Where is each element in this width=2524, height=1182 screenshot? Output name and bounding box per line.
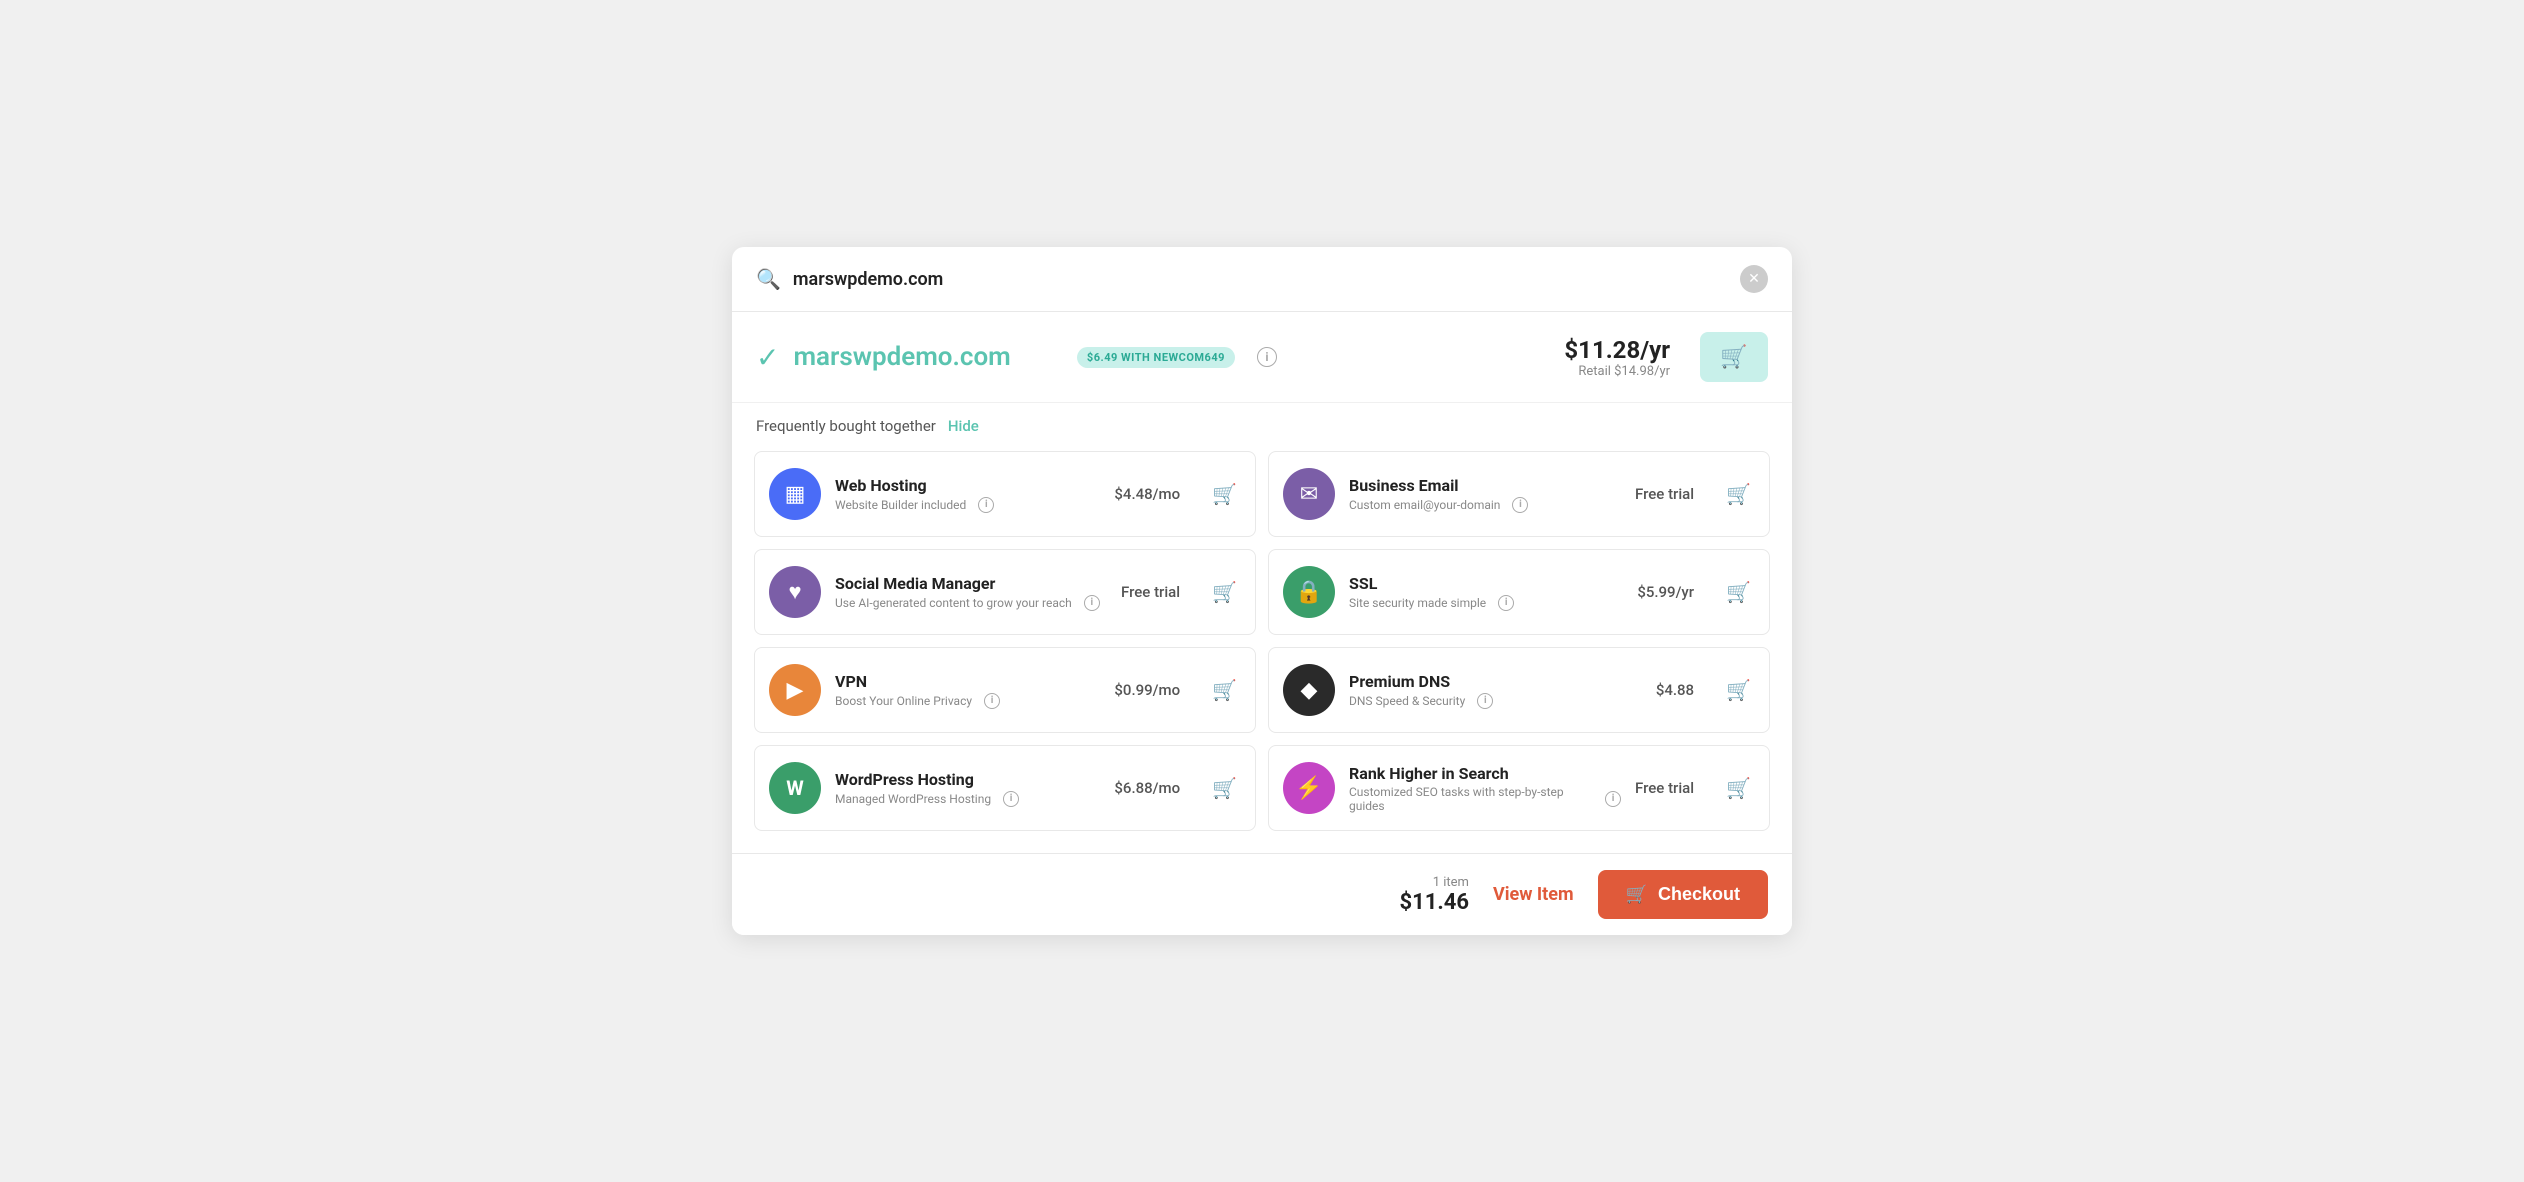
domain-info-icon[interactable]: i [1257, 347, 1277, 367]
premium-dns-info-icon[interactable]: i [1477, 693, 1493, 709]
product-card-web-hosting: ▦ Web Hosting Website Builder included i… [754, 451, 1256, 537]
footer-total: 1 item $11.46 [1399, 875, 1469, 915]
vpn-add-cart-button[interactable]: 🛒 [1208, 674, 1241, 707]
business-email-price: Free trial [1635, 485, 1694, 503]
social-media-name: Social Media Manager [835, 574, 1107, 593]
vpn-info: VPN Boost Your Online Privacy i [835, 672, 1100, 709]
web-hosting-icon: ▦ [769, 468, 821, 520]
web-hosting-desc: Website Builder included i [835, 497, 1100, 513]
rank-search-price: Free trial [1635, 779, 1694, 797]
rank-search-name: Rank Higher in Search [1349, 764, 1621, 783]
business-email-icon: ✉ [1283, 468, 1335, 520]
rank-search-info-icon[interactable]: i [1605, 791, 1621, 807]
wordpress-name: WordPress Hosting [835, 770, 1100, 789]
web-hosting-info: Web Hosting Website Builder included i [835, 476, 1100, 513]
ssl-price: $5.99/yr [1637, 583, 1694, 601]
premium-dns-price: $4.88 [1656, 681, 1694, 699]
wordpress-desc: Managed WordPress Hosting i [835, 791, 1100, 807]
product-card-wordpress: W WordPress Hosting Managed WordPress Ho… [754, 745, 1256, 831]
domain-price-main: $11.28/yr [1564, 336, 1670, 364]
ssl-info-icon[interactable]: i [1498, 595, 1514, 611]
product-card-premium-dns: ◆ Premium DNS DNS Speed & Security i $4.… [1268, 647, 1770, 733]
main-container: 🔍 marswpdemo.com ✕ ✓ marswpdemo.com $6.4… [732, 247, 1792, 935]
search-bar: 🔍 marswpdemo.com ✕ [732, 247, 1792, 312]
ssl-name: SSL [1349, 574, 1623, 593]
product-card-vpn: ▶ VPN Boost Your Online Privacy i $0.99/… [754, 647, 1256, 733]
available-check-icon: ✓ [756, 341, 779, 374]
wordpress-icon: W [769, 762, 821, 814]
vpn-price: $0.99/mo [1114, 681, 1180, 699]
wordpress-price: $6.88/mo [1114, 779, 1180, 797]
footer-items-count: 1 item [1399, 875, 1469, 890]
ssl-icon: 🔒 [1283, 566, 1335, 618]
view-item-link[interactable]: View Item [1493, 884, 1574, 905]
web-hosting-info-icon[interactable]: i [978, 497, 994, 513]
product-card-business-email: ✉ Business Email Custom email@your-domai… [1268, 451, 1770, 537]
premium-dns-icon: ◆ [1283, 664, 1335, 716]
ssl-info: SSL Site security made simple i [1349, 574, 1623, 611]
business-email-desc: Custom email@your-domain i [1349, 497, 1621, 513]
fbt-hide-button[interactable]: Hide [948, 417, 979, 435]
premium-dns-add-cart-button[interactable]: 🛒 [1722, 674, 1755, 707]
social-media-icon: ♥ [769, 566, 821, 618]
business-email-info-icon[interactable]: i [1512, 497, 1528, 513]
checkout-cart-icon: 🛒 [1626, 884, 1648, 905]
domain-price-retail: Retail $14.98/yr [1564, 364, 1670, 379]
wordpress-info-icon[interactable]: i [1003, 791, 1019, 807]
promo-badge: $6.49 WITH NEWCOM649 [1077, 347, 1235, 368]
wordpress-add-cart-button[interactable]: 🛒 [1208, 772, 1241, 805]
rank-search-info: Rank Higher in Search Customized SEO tas… [1349, 764, 1621, 813]
wordpress-info: WordPress Hosting Managed WordPress Host… [835, 770, 1100, 807]
domain-name: marswpdemo.com [793, 342, 1052, 372]
rank-search-add-cart-button[interactable]: 🛒 [1722, 772, 1755, 805]
social-media-price: Free trial [1121, 583, 1180, 601]
ssl-desc: Site security made simple i [1349, 595, 1623, 611]
social-media-info-icon[interactable]: i [1084, 595, 1100, 611]
business-email-info: Business Email Custom email@your-domain … [1349, 476, 1621, 513]
rank-search-desc: Customized SEO tasks with step-by-step g… [1349, 785, 1621, 813]
products-grid: ▦ Web Hosting Website Builder included i… [732, 445, 1792, 853]
vpn-desc: Boost Your Online Privacy i [835, 693, 1100, 709]
product-card-social-media: ♥ Social Media Manager Use AI-generated … [754, 549, 1256, 635]
business-email-name: Business Email [1349, 476, 1621, 495]
ssl-add-cart-button[interactable]: 🛒 [1722, 576, 1755, 609]
social-media-desc: Use AI-generated content to grow your re… [835, 595, 1107, 611]
checkout-button[interactable]: 🛒 Checkout [1598, 870, 1768, 919]
fbt-header: Frequently bought together Hide [732, 403, 1792, 445]
vpn-name: VPN [835, 672, 1100, 691]
premium-dns-name: Premium DNS [1349, 672, 1642, 691]
business-email-add-cart-button[interactable]: 🛒 [1722, 478, 1755, 511]
fbt-title: Frequently bought together [756, 417, 936, 435]
vpn-icon: ▶ [769, 664, 821, 716]
domain-result-row: ✓ marswpdemo.com $6.49 WITH NEWCOM649 i … [732, 312, 1792, 403]
rank-search-icon: ⚡ [1283, 762, 1335, 814]
vpn-info-icon[interactable]: i [984, 693, 1000, 709]
web-hosting-price: $4.48/mo [1114, 485, 1180, 503]
premium-dns-desc: DNS Speed & Security i [1349, 693, 1642, 709]
web-hosting-name: Web Hosting [835, 476, 1100, 495]
search-icon: 🔍 [756, 267, 781, 291]
clear-button[interactable]: ✕ [1740, 265, 1768, 293]
social-media-add-cart-button[interactable]: 🛒 [1208, 576, 1241, 609]
cart-icon: 🛒 [1720, 344, 1747, 370]
footer-total-amount: $11.46 [1399, 890, 1469, 915]
domain-add-to-cart-button[interactable]: 🛒 [1700, 332, 1768, 382]
footer-bar: 1 item $11.46 View Item 🛒 Checkout [732, 853, 1792, 935]
social-media-info: Social Media Manager Use AI-generated co… [835, 574, 1107, 611]
checkout-label: Checkout [1658, 884, 1740, 905]
premium-dns-info: Premium DNS DNS Speed & Security i [1349, 672, 1642, 709]
web-hosting-add-cart-button[interactable]: 🛒 [1208, 478, 1241, 511]
product-card-ssl: 🔒 SSL Site security made simple i $5.99/… [1268, 549, 1770, 635]
domain-price-section: $11.28/yr Retail $14.98/yr [1564, 336, 1670, 379]
search-input-value[interactable]: marswpdemo.com [793, 269, 1728, 290]
product-card-rank-search: ⚡ Rank Higher in Search Customized SEO t… [1268, 745, 1770, 831]
